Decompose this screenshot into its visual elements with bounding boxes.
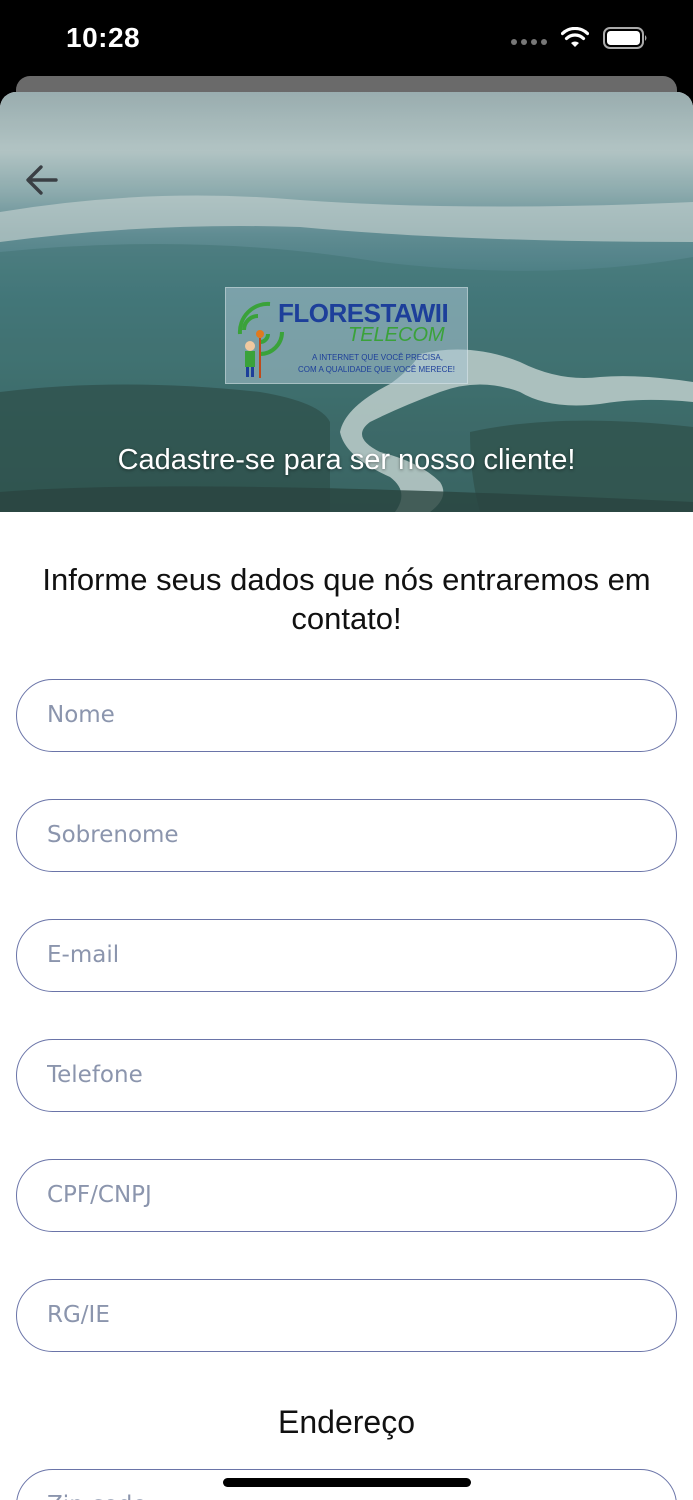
battery-icon <box>603 27 647 49</box>
cpf-cnpj-input[interactable] <box>47 1160 647 1230</box>
logo-tagline-2: COM A QUALIDADE QUE VOCÊ MERECE! <box>298 365 455 374</box>
signup-form: Informe seus dados que nós entraremos em… <box>0 512 693 1500</box>
phone-input[interactable] <box>47 1040 647 1110</box>
signup-sheet: FLORESTAWII TELECOM A INTERNET QUE VOCÊ … <box>0 92 693 1500</box>
logo-subname: TELECOM <box>348 324 445 346</box>
home-indicator <box>223 1478 471 1487</box>
back-button[interactable] <box>20 158 64 202</box>
status-icons <box>511 26 649 50</box>
name-input[interactable] <box>47 680 647 750</box>
status-time: 10:28 <box>66 22 141 53</box>
name-field[interactable] <box>16 679 677 752</box>
hero-caption: Cadastre-se para ser nosso cliente! <box>117 444 576 476</box>
logo-tagline-1: A INTERNET QUE VOCÊ PRECISA, <box>312 353 443 362</box>
email-field[interactable] <box>16 919 677 992</box>
phone-field[interactable] <box>16 1039 677 1112</box>
email-input[interactable] <box>47 920 647 990</box>
status-bar: 10:28 <box>0 0 693 80</box>
rg-ie-field[interactable] <box>16 1279 677 1352</box>
hero-banner: FLORESTAWII TELECOM A INTERNET QUE VOCÊ … <box>0 92 693 512</box>
rg-ie-input[interactable] <box>47 1280 647 1350</box>
surname-field[interactable] <box>16 799 677 872</box>
form-heading: Informe seus dados que nós entraremos em… <box>42 562 651 636</box>
surname-input[interactable] <box>47 800 647 870</box>
wifi-icon <box>561 27 589 47</box>
cpf-cnpj-field[interactable] <box>16 1159 677 1232</box>
arrow-left-icon <box>26 165 58 195</box>
address-section-title: Endereço <box>278 1404 415 1440</box>
florestawii-telecom-logo: FLORESTAWII TELECOM A INTERNET QUE VOCÊ … <box>225 287 468 384</box>
cellular-signal-icon <box>511 39 547 45</box>
